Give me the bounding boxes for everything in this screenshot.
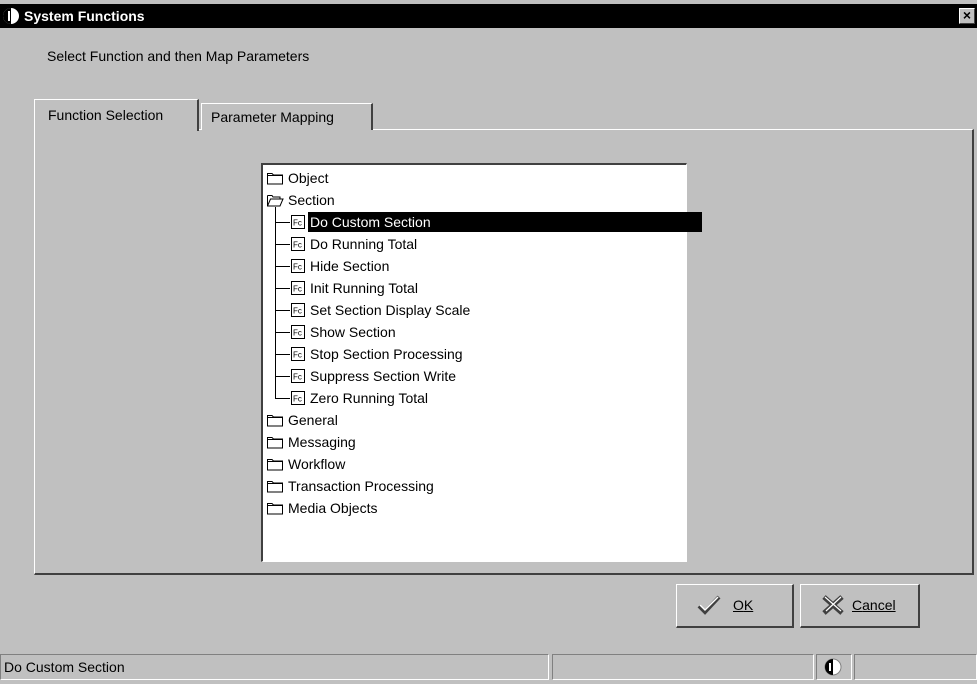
- title-bar[interactable]: System Functions ×: [0, 4, 977, 28]
- svg-text:Fc: Fc: [293, 285, 302, 294]
- globe-icon: [824, 658, 842, 676]
- function-icon: Fc: [291, 347, 305, 361]
- system-functions-window: System Functions × Select Function and t…: [0, 0, 977, 684]
- tree-function-label: Do Running Total: [310, 236, 418, 252]
- folder-icon: [267, 459, 283, 471]
- status-bar: Do Custom Section: [0, 654, 977, 684]
- tab-function-selection[interactable]: Function Selection: [34, 99, 199, 131]
- folder-icon: [267, 415, 283, 427]
- function-icon: Fc: [291, 391, 305, 405]
- status-middle-pane: [552, 654, 814, 680]
- tree-folder-label: Section: [288, 192, 335, 208]
- svg-text:Fc: Fc: [293, 241, 302, 250]
- status-text: Do Custom Section: [4, 659, 125, 675]
- svg-text:Fc: Fc: [293, 373, 302, 382]
- cancel-label: Cancel: [852, 597, 896, 613]
- function-icon: Fc: [291, 281, 305, 295]
- ok-button[interactable]: OK: [676, 584, 794, 628]
- tree-folder-label: Object: [288, 170, 329, 186]
- function-icon: Fc: [291, 259, 305, 273]
- status-main-pane: Do Custom Section: [0, 654, 549, 680]
- tree-function-label: Suppress Section Write: [310, 368, 457, 384]
- tree-folder-label: General: [288, 412, 338, 428]
- svg-text:Fc: Fc: [293, 351, 302, 360]
- status-icon-pane: [816, 654, 852, 680]
- svg-text:Fc: Fc: [293, 329, 302, 338]
- tree-connector: [275, 207, 276, 399]
- tree-folder-label: Transaction Processing: [288, 478, 434, 494]
- svg-text:Fc: Fc: [293, 219, 302, 228]
- tree-folder-label: Workflow: [288, 456, 346, 472]
- folder-icon: [267, 503, 283, 515]
- tree-connector: [275, 376, 290, 377]
- tree-folder-label: Messaging: [288, 434, 356, 450]
- tree-function-label: Show Section: [310, 324, 396, 340]
- tree-connector: [275, 332, 290, 333]
- function-icon: Fc: [291, 325, 305, 339]
- tree-function-label: Stop Section Processing: [310, 346, 463, 362]
- tree-function-label: Do Custom Section: [308, 212, 702, 232]
- svg-text:Fc: Fc: [293, 307, 302, 316]
- folder-icon: [267, 437, 283, 449]
- x-icon: [822, 595, 844, 615]
- status-right-pane: [854, 654, 977, 680]
- function-tree[interactable]: Object Section Fc Do Custom Section Fc Do Run…: [261, 163, 702, 562]
- tree-connector: [275, 266, 290, 267]
- app-globe-icon: [3, 8, 19, 24]
- folder-icon: [267, 173, 283, 185]
- tree-function-label: Init Running Total: [310, 280, 418, 296]
- tree-connector: [275, 354, 290, 355]
- instruction-text: Select Function and then Map Parameters: [47, 48, 310, 64]
- window-title: System Functions: [24, 8, 145, 24]
- check-icon: [697, 595, 721, 615]
- ok-label: OK: [733, 597, 754, 613]
- open-folder-icon: [267, 195, 284, 207]
- tree-function-label: Zero Running Total: [310, 390, 429, 406]
- tree-connector: [275, 398, 290, 399]
- tree-connector: [275, 244, 290, 245]
- svg-text:Fc: Fc: [293, 263, 302, 272]
- function-icon: Fc: [291, 369, 305, 383]
- function-icon: Fc: [291, 215, 305, 229]
- folder-icon: [267, 481, 283, 493]
- cancel-button[interactable]: Cancel: [800, 584, 920, 628]
- tree-connector: [275, 222, 290, 223]
- tab-parameter-mapping[interactable]: Parameter Mapping: [201, 103, 373, 130]
- function-icon: Fc: [291, 303, 305, 317]
- function-icon: Fc: [291, 237, 305, 251]
- tree-function-label: Set Section Display Scale: [310, 302, 471, 318]
- tree-connector: [275, 310, 290, 311]
- close-button[interactable]: ×: [959, 8, 975, 24]
- svg-text:Fc: Fc: [293, 395, 302, 404]
- tree-folder-label: Media Objects: [288, 500, 378, 516]
- tree-function-label: Hide Section: [310, 258, 390, 274]
- tree-connector: [275, 288, 290, 289]
